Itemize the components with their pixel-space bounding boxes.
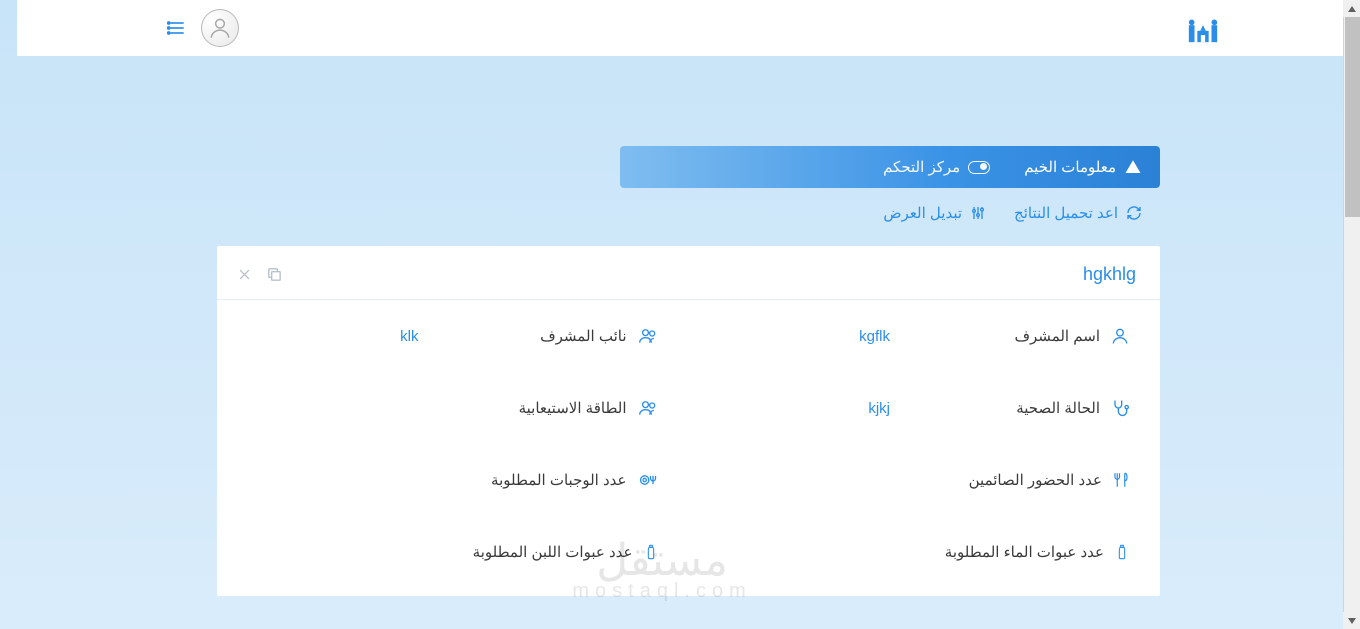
field-milk-bottles: عدد عبوات اللبن المطلوبة — [247, 542, 659, 562]
toggle-view-label: تبديل العرض — [883, 204, 962, 222]
reload-results-link[interactable]: اعد تحميل النتائج — [1014, 204, 1142, 222]
bottle-icon — [1114, 542, 1130, 562]
tent-icon — [1124, 158, 1142, 176]
card-header: hgkhlg — [217, 246, 1160, 300]
tabs-bar: معلومات الخيم مركز التحكم — [620, 146, 1160, 188]
tab-control-center-label: مركز التحكم — [883, 158, 960, 176]
topbar-logo-area — [1186, 11, 1220, 45]
tab-control-center[interactable]: مركز التحكم — [883, 158, 990, 176]
supervisor-name-label: اسم المشرف — [1014, 327, 1100, 345]
stethoscope-icon — [1110, 398, 1130, 418]
toggle-icon — [968, 161, 990, 174]
capacity-icon — [637, 398, 659, 418]
close-icon — [237, 267, 252, 282]
actions-row: اعد تحميل النتائج تبديل العرض — [217, 188, 1160, 246]
user-avatar[interactable] — [201, 9, 239, 47]
copy-icon — [266, 266, 283, 283]
deputy-supervisor-label: نائب المشرف — [540, 327, 626, 345]
card-title: hgkhlg — [1083, 264, 1136, 285]
field-health-status: الحالة الصحية kjkj — [719, 398, 1131, 418]
copy-button[interactable] — [266, 266, 283, 283]
health-status-label: الحالة الصحية — [1016, 399, 1100, 417]
app-logo-icon — [1186, 11, 1220, 45]
topbar — [17, 0, 1360, 56]
tab-tent-info[interactable]: معلومات الخيم — [1024, 158, 1142, 176]
deputy-supervisor-value: klk — [370, 328, 418, 345]
reload-label: اعد تحميل النتائج — [1014, 204, 1118, 222]
fasting-attendance-label: عدد الحضور الصائمين — [969, 471, 1102, 489]
scrollbar-thumb[interactable] — [1345, 17, 1360, 217]
card-controls — [237, 266, 283, 283]
topbar-user-area — [167, 9, 239, 47]
tab-tent-info-label: معلومات الخيم — [1024, 158, 1116, 176]
meals-icon — [637, 470, 659, 490]
supervisor-name-value: kgflk — [829, 328, 890, 345]
close-button[interactable] — [237, 266, 252, 283]
milk-bottle-icon — [643, 542, 659, 562]
field-deputy-supervisor: نائب المشرف klk — [247, 326, 659, 346]
info-card: hgkhlg — [217, 246, 1160, 596]
milk-bottles-label: عدد عبوات اللبن المطلوبة — [473, 543, 633, 561]
users-icon — [637, 326, 659, 346]
card-body: اسم المشرف kgflk نائب المشرف klk — [217, 300, 1160, 588]
field-fasting-attendance: عدد الحضور الصائمين — [719, 470, 1131, 490]
sliders-icon — [970, 205, 986, 221]
toggle-view-link[interactable]: تبديل العرض — [883, 204, 986, 222]
meals-required-label: عدد الوجبات المطلوبة — [491, 471, 626, 489]
refresh-icon — [1126, 205, 1142, 221]
field-water-bottles: عدد عبوات الماء المطلوبة — [719, 542, 1131, 562]
content-area: معلومات الخيم مركز التحكم اعد تحميل النت… — [17, 56, 1360, 596]
user-icon — [1110, 326, 1130, 346]
scrollbar[interactable] — [1343, 0, 1360, 629]
cutlery-icon — [1112, 470, 1130, 490]
capacity-label: الطاقة الاستيعابية — [519, 399, 627, 417]
field-supervisor-name: اسم المشرف kgflk — [719, 326, 1131, 346]
menu-toggle-icon[interactable] — [167, 18, 187, 38]
health-status-value: kjkj — [838, 400, 890, 417]
water-bottles-label: عدد عبوات الماء المطلوبة — [945, 543, 1104, 561]
scrollbar-up-icon[interactable] — [1343, 0, 1360, 17]
field-meals-required: عدد الوجبات المطلوبة — [247, 470, 659, 490]
field-capacity: الطاقة الاستيعابية — [247, 398, 659, 418]
scrollbar-down-icon[interactable] — [1343, 612, 1360, 629]
info-grid: اسم المشرف kgflk نائب المشرف klk — [247, 326, 1130, 562]
